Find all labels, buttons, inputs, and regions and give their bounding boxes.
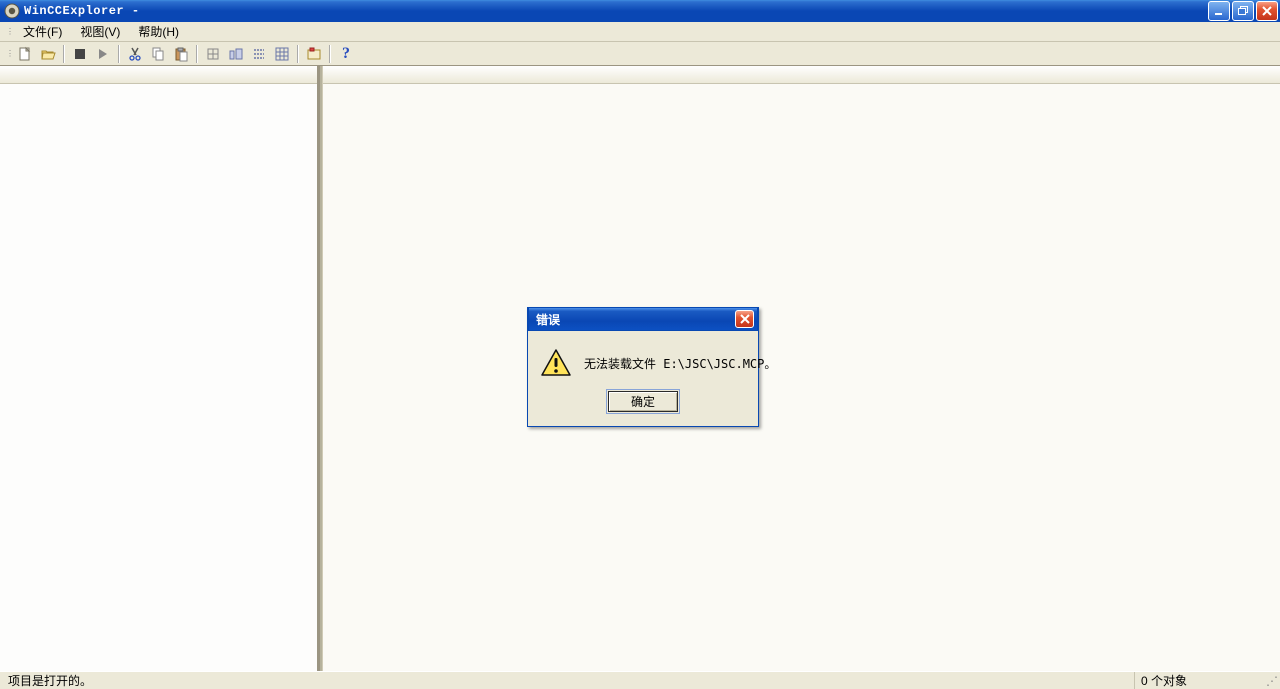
resize-grip-icon: ⋰ <box>1264 674 1280 688</box>
content-panel[interactable] <box>322 66 1280 671</box>
copy-button[interactable] <box>147 43 169 65</box>
app-icon <box>4 3 20 19</box>
tool-button-2[interactable] <box>225 43 247 65</box>
window-title: WinCCExplorer - <box>24 4 140 18</box>
new-button[interactable] <box>14 43 36 65</box>
window-titlebar: WinCCExplorer - <box>0 0 1280 22</box>
close-button[interactable] <box>1256 1 1278 21</box>
toolbar-separator <box>329 45 331 63</box>
dialog-title: 错误 <box>536 311 560 328</box>
toolbar-separator <box>196 45 198 63</box>
status-right: 0 个对象 <box>1134 672 1264 689</box>
toolbar-separator <box>118 45 120 63</box>
properties-button[interactable] <box>303 43 325 65</box>
warning-icon <box>540 347 572 379</box>
content-header <box>323 66 1280 84</box>
tree-header <box>0 66 317 84</box>
dialog-titlebar[interactable]: 错误 <box>528 307 758 331</box>
minimize-button[interactable] <box>1208 1 1230 21</box>
dialog-message: 无法装载文件 E:\JSC\JSC.MCP。 <box>584 355 776 372</box>
toolbar-grip-icon: ⋮ <box>6 50 11 58</box>
toolbar-separator <box>297 45 299 63</box>
menu-view[interactable]: 视图(V) <box>72 21 128 42</box>
menu-help[interactable]: 帮助(H) <box>130 21 187 42</box>
status-left: 项目是打开的。 <box>2 672 98 689</box>
status-bar: 项目是打开的。 0 个对象 ⋰ <box>0 671 1280 689</box>
tool-button-3[interactable] <box>248 43 270 65</box>
cut-button[interactable] <box>124 43 146 65</box>
stop-button[interactable] <box>69 43 91 65</box>
tree-panel[interactable] <box>0 66 320 671</box>
play-button[interactable] <box>92 43 114 65</box>
menu-grip-icon: ⋮ <box>6 28 11 36</box>
menu-bar: ⋮ 文件(F) 视图(V) 帮助(H) <box>0 22 1280 42</box>
ok-button[interactable]: 确定 <box>608 391 678 412</box>
open-button[interactable] <box>37 43 59 65</box>
error-dialog: 错误 无法装载文件 E:\JSC\JSC.MCP。 确定 <box>527 307 759 427</box>
dialog-close-button[interactable] <box>735 310 754 328</box>
paste-button[interactable] <box>170 43 192 65</box>
tool-button-1[interactable] <box>202 43 224 65</box>
toolbar-separator <box>63 45 65 63</box>
restore-button[interactable] <box>1232 1 1254 21</box>
tool-button-4[interactable] <box>271 43 293 65</box>
help-button[interactable]: ? <box>335 43 357 65</box>
menu-file[interactable]: 文件(F) <box>15 21 70 42</box>
toolbar: ⋮ ? <box>0 42 1280 66</box>
